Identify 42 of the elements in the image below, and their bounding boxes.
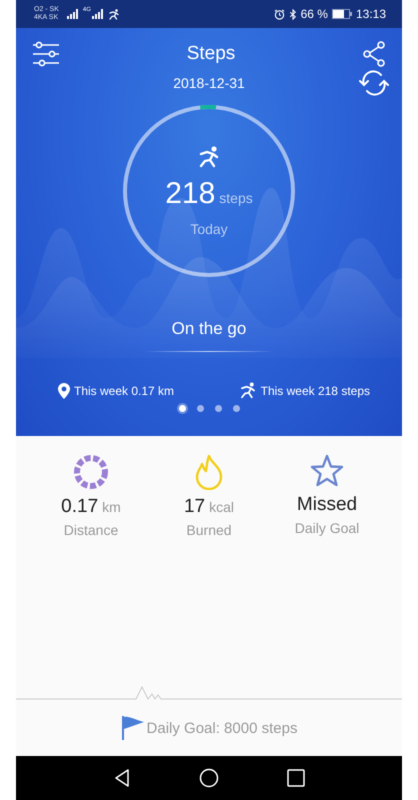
share-icon[interactable] — [362, 41, 386, 67]
date-label: 2018-12-31 — [173, 75, 245, 91]
stat-value: 17 — [184, 496, 206, 518]
weekly-summary: This week 0.17 km — [74, 384, 174, 398]
settings-icon[interactable] — [32, 41, 60, 67]
page-indicator-dot[interactable] — [178, 405, 186, 412]
page-indicator-dot[interactable] — [232, 405, 240, 412]
weekly-summary: This week 218 steps — [260, 384, 370, 398]
battery-icon — [332, 9, 352, 19]
runner-icon — [238, 382, 257, 399]
stat-unit: kcal — [209, 499, 234, 515]
recent-apps-icon[interactable] — [287, 769, 305, 787]
page-indicator-dot[interactable] — [214, 405, 222, 412]
clock: 13:13 — [356, 7, 386, 21]
location-pin-icon — [58, 382, 70, 398]
flame-icon — [194, 454, 224, 490]
home-icon[interactable] — [199, 768, 219, 788]
page-indicator-dot[interactable] — [196, 405, 204, 412]
bluetooth-icon — [288, 8, 297, 20]
stat-label: Distance — [64, 522, 118, 538]
stat-unit: km — [102, 499, 121, 515]
stat-label: Daily Goal — [294, 520, 360, 536]
signal-icon — [92, 9, 104, 19]
screen-title: Steps — [186, 43, 236, 65]
stat-label: Burned — [186, 522, 232, 538]
sync-icon[interactable] — [359, 69, 389, 97]
dashed-circle-icon — [73, 454, 109, 490]
runner-icon — [197, 145, 221, 169]
daily-goal-text: Daily Goal: 8000 steps — [146, 720, 298, 736]
step-unit: steps — [219, 190, 253, 206]
signal-icon — [66, 9, 79, 19]
star-icon — [310, 454, 344, 488]
activity-status: On the go — [172, 319, 246, 339]
back-icon[interactable] — [113, 768, 131, 788]
step-count: 218 — [165, 177, 216, 211]
alarm-icon — [274, 8, 285, 20]
runner-icon — [108, 8, 120, 20]
flag-icon — [120, 715, 145, 741]
stat-value: Missed — [296, 494, 358, 516]
battery-percent: 66 % — [300, 7, 328, 21]
period-label: Today — [190, 221, 228, 237]
stat-value: 0.17 — [61, 496, 98, 518]
